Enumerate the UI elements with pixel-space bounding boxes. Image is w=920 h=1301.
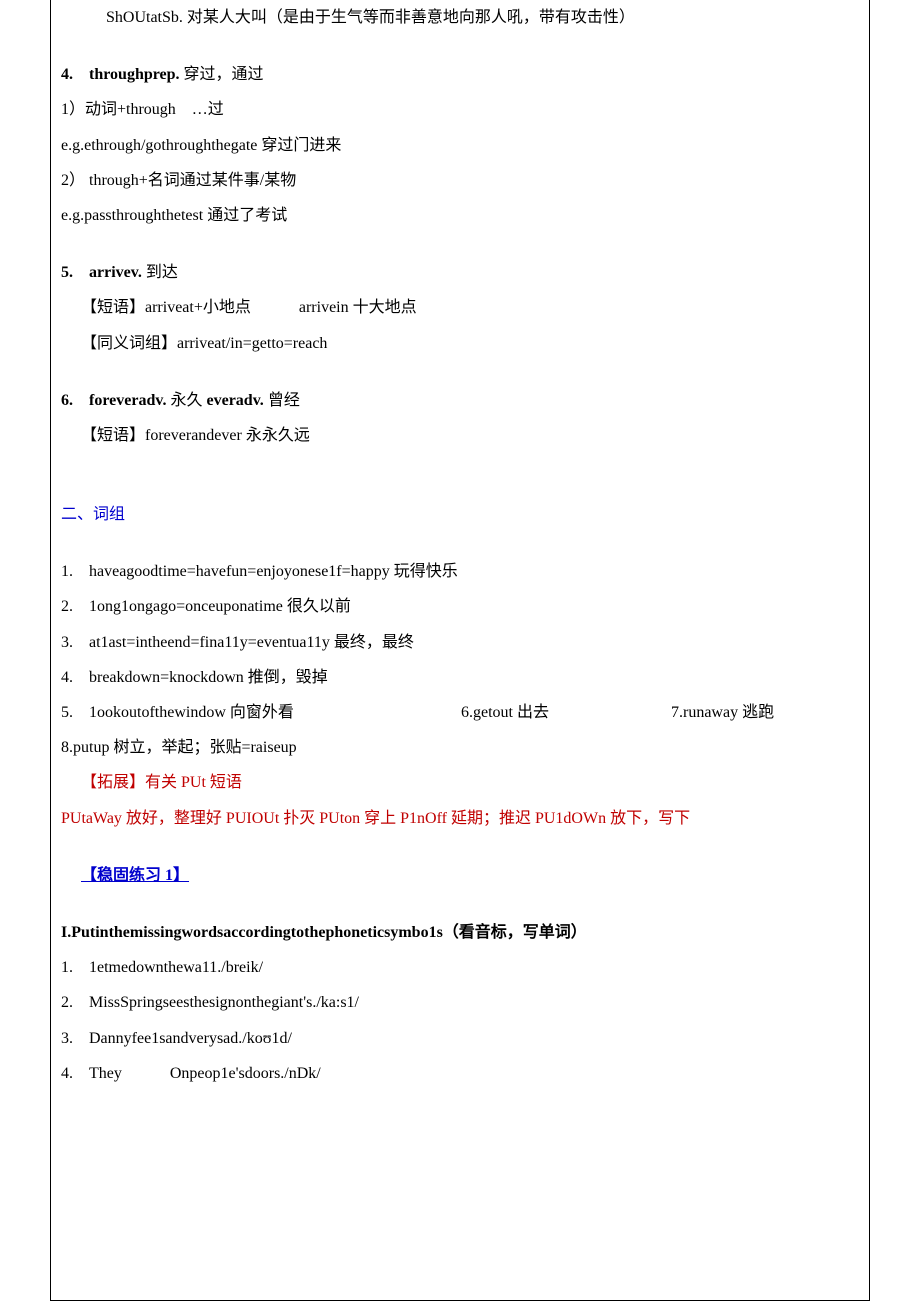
phrase-2: 2. 1ong1ongago=onceuponatime 很久以前 [61, 589, 859, 624]
spacer [61, 453, 859, 475]
phrase-row-5-6-7: 5. 1ookoutofthewindow 向窗外看 6.getout 出去 7… [61, 695, 859, 730]
item6-tail: 曾经 [268, 392, 300, 409]
item6-headword2: everadv. [206, 392, 263, 409]
spacer [61, 836, 859, 858]
item6-heading: 6. foreveradv. 永久 everadv. 曾经 [61, 383, 859, 418]
phrase-7: 7.runaway 逃跑 [671, 699, 774, 726]
put-extension-line: PUtaWay 放好，整理好 PUIOUt 扑灭 PUton 穿上 P1nOff… [61, 801, 859, 836]
item5-headword: arrivev. [89, 264, 142, 281]
item5-sub1: 【短语】arriveat+小地点 arrivein 十大地点 [61, 290, 859, 325]
practice-heading: I.Putinthemissingwordsaccordingtothephon… [61, 915, 859, 950]
phrase-3: 3. at1ast=intheend=fina11y=eventua11y 最终… [61, 625, 859, 660]
spacer [61, 361, 859, 383]
practice-title: 【稳固练习 1】 [61, 858, 859, 893]
spacer [61, 233, 859, 255]
practice-q1: 1. 1etmedownthewa11./breik/ [61, 950, 859, 985]
phrase-1: 1. haveagoodtime=havefun=enjoyonese1f=ha… [61, 554, 859, 589]
page-container: ShOUtatSb. 对某人大叫（是由于生气等而非善意地向那人吼，带有攻击性） … [50, 0, 870, 1301]
item4-headword: throughprep. [89, 66, 180, 83]
item4-sub1: 1）动词+through …过 [61, 92, 859, 127]
top-note-line: ShOUtatSb. 对某人大叫（是由于生气等而非善意地向那人吼，带有攻击性） [61, 0, 859, 35]
item4-sub2: e.g.ethrough/gothroughthegate 穿过门进来 [61, 128, 859, 163]
practice-q3: 3. Dannyfee1sandverysad./koʊ1d/ [61, 1021, 859, 1056]
item5-heading: 5. arrivev. 到达 [61, 255, 859, 290]
item4-heading: 4. throughprep. 穿过，通过 [61, 57, 859, 92]
phrase-8: 8.putup 树立，举起；张贴=raiseup [61, 730, 859, 765]
item6-sub1: 【短语】foreverandever 永永久远 [61, 418, 859, 453]
item4-num: 4. [61, 66, 73, 83]
put-extension-label: 【拓展】有关 PUt 短语 [61, 765, 859, 800]
spacer [61, 475, 859, 497]
phrase-5: 5. 1ookoutofthewindow 向窗外看 [61, 699, 461, 726]
item5-tail: 到达 [146, 264, 178, 281]
phrase-6: 6.getout 出去 [461, 699, 671, 726]
practice-q4: 4. They Onpeop1e'sdoors./nDk/ [61, 1056, 859, 1091]
spacer [61, 893, 859, 915]
phrase-4: 4. breakdown=knockdown 推倒，毁掉 [61, 660, 859, 695]
item6-headword1: foreveradv. [89, 392, 166, 409]
practice-q2: 2. MissSpringseesthesignonthegiant's./ka… [61, 985, 859, 1020]
section2-title: 二、词组 [61, 497, 859, 532]
item5-num: 5. [61, 264, 73, 281]
item5-sub2: 【同义词组】arriveat/in=getto=reach [61, 326, 859, 361]
item4-sub4: e.g.passthroughthetest 通过了考试 [61, 198, 859, 233]
item4-sub3: 2） through+名词通过某件事/某物 [61, 163, 859, 198]
spacer [61, 35, 859, 57]
item4-tail: 穿过，通过 [184, 66, 264, 83]
item6-num: 6. [61, 392, 73, 409]
item6-mid: 永久 [170, 392, 206, 409]
spacer [61, 532, 859, 554]
